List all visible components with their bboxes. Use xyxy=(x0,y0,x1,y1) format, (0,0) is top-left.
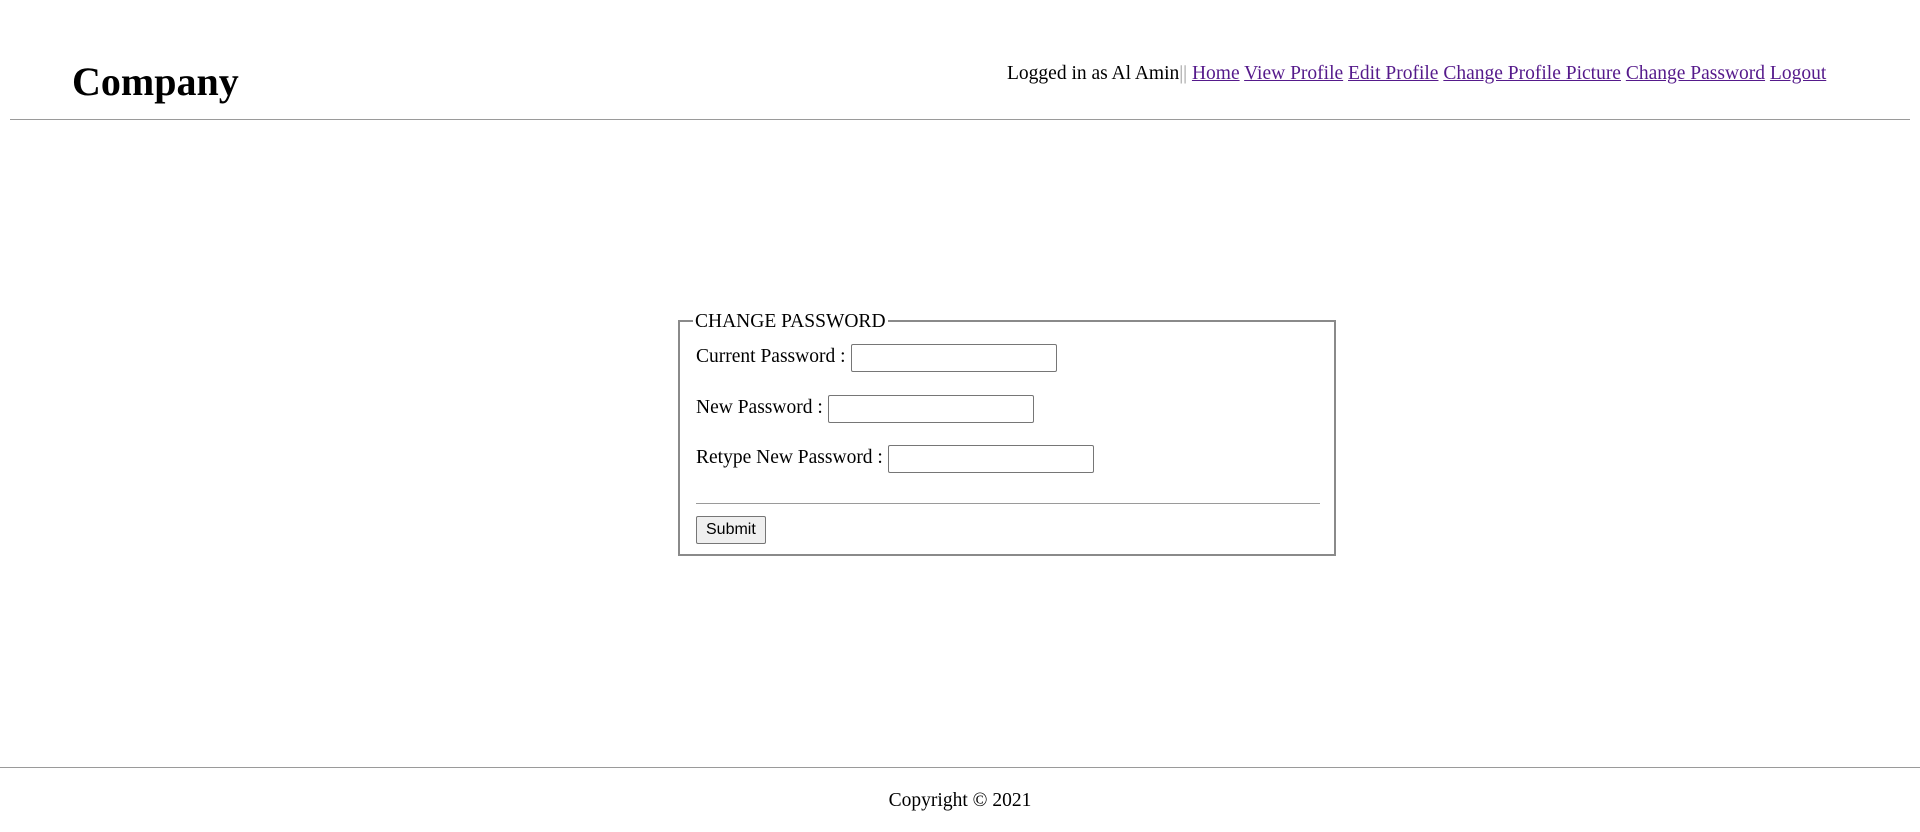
form-divider xyxy=(696,503,1320,504)
nav-link-logout[interactable]: Logout xyxy=(1770,63,1826,84)
nav-link-change-password[interactable]: Change Password xyxy=(1626,63,1765,84)
change-password-form: CHANGE PASSWORD Current Password : New P… xyxy=(678,311,1336,556)
retype-password-input[interactable] xyxy=(887,445,1094,473)
copyright-text: Copyright © 2021 xyxy=(888,790,1032,811)
logged-in-text: Logged in as Al Amin xyxy=(1007,63,1180,84)
nav-link-home[interactable]: Home xyxy=(1192,63,1240,84)
brand-title: Company xyxy=(72,59,239,104)
top-nav: Logged in as Al Amin|| Home View Profile… xyxy=(1007,62,1826,86)
new-password-input[interactable] xyxy=(827,395,1034,423)
header-divider xyxy=(10,119,1910,120)
submit-button[interactable]: Submit xyxy=(696,516,766,544)
nav-separator: || xyxy=(1179,63,1188,84)
nav-link-change-profile-picture[interactable]: Change Profile Picture xyxy=(1443,63,1621,84)
retype-password-row: Retype New Password : xyxy=(696,443,1094,473)
form-legend: CHANGE PASSWORD xyxy=(693,311,888,333)
retype-password-label: Retype New Password : xyxy=(696,447,883,468)
current-password-label: Current Password : xyxy=(696,346,846,367)
new-password-row: New Password : xyxy=(696,393,1034,423)
nav-link-edit-profile[interactable]: Edit Profile xyxy=(1348,63,1438,84)
current-password-row: Current Password : xyxy=(696,342,1057,372)
current-password-input[interactable] xyxy=(850,344,1057,372)
footer-divider xyxy=(0,767,1920,768)
page-header: Company Logged in as Al Amin|| Home View… xyxy=(0,0,1920,121)
new-password-label: New Password : xyxy=(696,397,823,418)
nav-link-view-profile[interactable]: View Profile xyxy=(1244,63,1343,84)
